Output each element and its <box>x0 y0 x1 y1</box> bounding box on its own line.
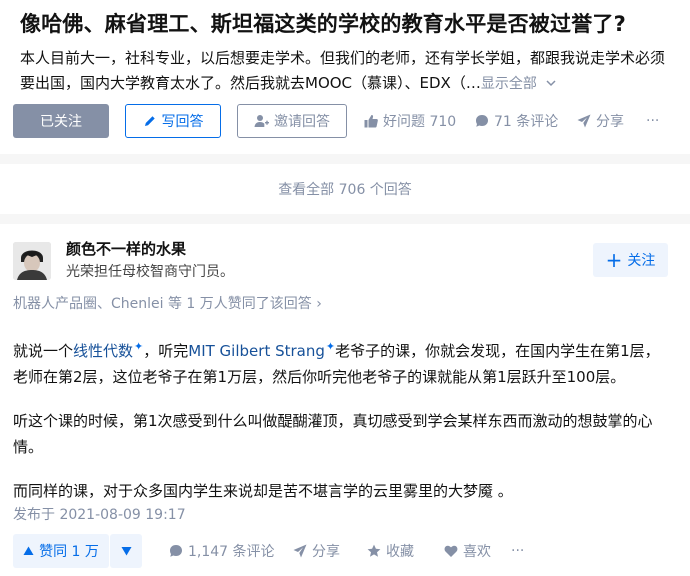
share-icon <box>577 114 591 128</box>
answer-comments-button[interactable]: 1,147 条评论 <box>169 534 275 568</box>
triangle-down-icon <box>121 547 131 556</box>
pencil-icon <box>144 116 155 126</box>
triangle-up-icon <box>23 546 34 555</box>
answer-content: 就说一个线性代数✦，听完MIT Gilbert Strang✦老爷子的课，你就会… <box>13 334 663 522</box>
share-icon <box>293 544 307 558</box>
thumbs-up-icon <box>364 114 378 128</box>
answer-paragraph-1: 就说一个线性代数✦，听完MIT Gilbert Strang✦老爷子的课，你就会… <box>13 340 660 386</box>
question-actions: 已关注 写回答 邀请回答 好问题 710 71 条评论 分享 ··· <box>13 104 683 138</box>
upvote-button[interactable]: 赞同 1 万 <box>13 534 109 568</box>
answer-more-button[interactable]: ··· <box>511 534 524 568</box>
show-all-link[interactable]: 显示全部 <box>481 76 557 92</box>
comment-icon <box>170 545 182 557</box>
followed-button[interactable]: 已关注 <box>13 104 109 138</box>
linear-algebra-link[interactable]: 线性代数✦ <box>73 340 144 360</box>
question-card: 像哈佛、麻省理工、斯坦福这类的学校的教育水平是否被过誉了? 本人目前大一，社科专… <box>0 0 690 154</box>
invite-answer-button[interactable]: 邀请回答 <box>237 104 347 138</box>
answer-paragraph-3: 而同样的课，对于众多国内学生来说却是苦不堪言学的云里雾里的大梦魇 。 <box>13 482 513 500</box>
answer-share-button[interactable]: 分享 <box>293 534 340 568</box>
answer-actions: 赞同 1 万 1,147 条评论 分享 收藏 喜欢 ··· <box>13 534 683 568</box>
chevron-down-icon <box>546 80 556 87</box>
answer-card: 颜色不一样的水果 光荣担任母校智商守门员。 + 关注 机器人产品圈、Chenlei… <box>0 224 690 576</box>
question-comments-button[interactable]: 71 条评论 <box>475 104 558 138</box>
question-description-text: 本人目前大一，社科专业，以后想要走学术。但我们的老师，还有学长学姐，都跟我说走学… <box>20 49 666 92</box>
like-button[interactable]: 喜欢 <box>444 534 491 568</box>
question-share-button[interactable]: 分享 <box>577 104 624 138</box>
downvote-button[interactable] <box>110 534 142 568</box>
question-more-button[interactable]: ··· <box>646 104 659 138</box>
collect-button[interactable]: 收藏 <box>367 534 414 568</box>
plus-icon: + <box>605 248 623 272</box>
answer-paragraph-2: 听这个课的时候，第1次感受到什么叫做醍醐灌顶，真切感受到学会某样东西而激动的想鼓… <box>13 412 653 456</box>
avatar[interactable] <box>13 242 51 280</box>
heart-icon <box>444 545 458 557</box>
author-name[interactable]: 颜色不一样的水果 <box>66 238 186 259</box>
question-description: 本人目前大一，社科专业，以后想要走学术。但我们的老师，还有学长学姐，都跟我说走学… <box>20 46 675 97</box>
follow-author-button[interactable]: + 关注 <box>593 243 668 277</box>
sparkle-icon: ✦ <box>134 340 144 353</box>
view-all-answers-link[interactable]: 查看全部 706 个回答 <box>0 164 690 214</box>
gilbert-strang-link[interactable]: MIT Gilbert Strang✦ <box>188 340 336 360</box>
upvoters-summary[interactable]: 机器人产品圈、Chenlei 等 1 万人赞同了该回答 › <box>13 293 322 313</box>
good-question-button[interactable]: 好问题 710 <box>364 104 456 138</box>
star-icon <box>367 544 381 557</box>
publish-time[interactable]: 发布于 2021-08-09 19:17 <box>13 504 186 524</box>
sparkle-icon: ✦ <box>325 340 336 353</box>
comment-icon <box>476 115 488 127</box>
invite-user-icon <box>254 115 269 127</box>
question-title[interactable]: 像哈佛、麻省理工、斯坦福这类的学校的教育水平是否被过誉了? <box>20 8 626 38</box>
write-answer-button[interactable]: 写回答 <box>125 104 221 138</box>
author-bio: 光荣担任母校智商守门员。 <box>66 264 234 280</box>
